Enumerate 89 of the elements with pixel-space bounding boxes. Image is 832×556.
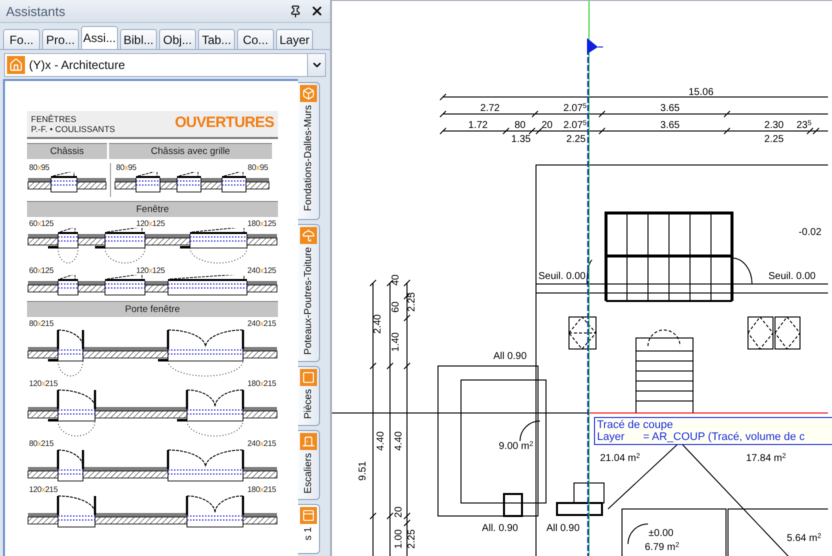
size-label: 120x215	[29, 379, 58, 388]
panel-tab[interactable]: Bibl...	[120, 29, 157, 49]
side-tab[interactable]: s 1	[298, 504, 320, 554]
size-label: 240x215	[247, 319, 276, 328]
dimension-label: 2.07$^{5}$	[563, 103, 587, 114]
panel-tab[interactable]: Obj...	[159, 29, 196, 49]
dimension-label: 3.65	[660, 103, 680, 114]
plan-label: Seuil. 0.00	[538, 271, 586, 282]
door-icon	[300, 433, 317, 450]
plan-label: -0.02	[798, 227, 822, 238]
size-label: 80x215	[29, 319, 54, 328]
side-tab[interactable]: Fondations-Dalles-Murs	[298, 82, 320, 220]
size-label: 80x95	[248, 163, 268, 172]
panel-tab[interactable]: Assi...	[81, 26, 118, 49]
dimension-label: 2.40	[372, 314, 384, 334]
close-icon[interactable]	[310, 4, 324, 18]
size-label: 60x125	[29, 219, 54, 228]
dimension-label: 1.40	[390, 332, 402, 352]
size-label: 80x95	[116, 163, 136, 172]
size-label: 120x125	[136, 266, 165, 275]
drawing-canvas[interactable]	[330, 0, 832, 556]
dimension-label: 2.25	[406, 292, 418, 312]
plan-label: ±0.00	[648, 528, 674, 539]
caret-icon[interactable]	[307, 54, 325, 76]
side-tab[interactable]: Escaliers	[298, 430, 320, 500]
size-label: 180x215	[247, 379, 276, 388]
plan-label: 9.00 m$^{2}$	[498, 441, 534, 452]
dimension-label: 2.25	[764, 134, 784, 145]
panel-tab[interactable]: Fo...	[3, 29, 40, 49]
tooltip-title: Tracé de coupe	[597, 419, 674, 431]
size-label: 240x215	[247, 439, 276, 448]
dimension-label: 15.06	[688, 87, 714, 98]
dimension-label: 60	[390, 301, 402, 313]
box-icon	[300, 85, 317, 102]
dimension-label: 80	[514, 120, 526, 131]
dimension-label: 4.40	[394, 431, 404, 451]
plan-label: 17.84 m$^{2}$	[746, 453, 786, 464]
plan-label: All. 0.90	[482, 523, 518, 534]
plan-label: Seuil. 0.00	[768, 271, 816, 282]
dimension-label: 2.25	[566, 134, 586, 145]
panel-tab[interactable]: Co...	[237, 29, 274, 49]
dimension-label: 2.72	[480, 103, 500, 114]
size-label: 240x125	[247, 266, 276, 275]
dimension-label: 1.00	[394, 529, 404, 549]
plan-label: All 0.90	[493, 351, 527, 362]
section-heading: Châssis avec grille	[109, 143, 272, 159]
dimension-label: 20	[541, 120, 553, 131]
panel-tab[interactable]: Tab...	[198, 29, 235, 49]
size-label: 180x215	[247, 485, 276, 494]
palette-subtitle: FENÊTRES	[31, 114, 78, 124]
pin-icon[interactable]	[289, 4, 302, 18]
size-label: 180x125	[247, 219, 276, 228]
size-label: 120x215	[29, 485, 58, 494]
dimension-label: 1.35	[511, 134, 531, 145]
panel-title: Assistants	[6, 4, 66, 18]
palette-title: OUVERTURES	[174, 114, 274, 131]
plan-label: All 0.90	[546, 523, 580, 534]
panel-tab[interactable]: Layer	[276, 29, 313, 49]
dimension-label: 9.51	[358, 461, 368, 481]
dimension-label: 3.65	[660, 120, 680, 131]
size-label: 80x95	[29, 163, 50, 172]
panel-tab[interactable]: Pro...	[42, 29, 79, 49]
dimension-label: 1.72	[468, 120, 488, 131]
dimension-label: 2.25	[406, 529, 418, 549]
plan-label: 6.79 m$^{2}$	[644, 542, 680, 553]
size-label: 120x125	[136, 219, 165, 228]
section-heading: Châssis	[27, 143, 107, 159]
section-heading: Fenêtre	[27, 201, 278, 217]
plan-label: 21.04 m$^{2}$	[600, 453, 640, 464]
tooltip-label: Layer	[597, 431, 626, 443]
dimension-label: 2.30	[764, 120, 784, 131]
umbrella-icon	[300, 227, 317, 244]
category-dropdown[interactable]: (Y)x - Architecture	[4, 53, 326, 77]
size-label: 60x125	[29, 266, 54, 275]
house-icon	[7, 56, 25, 74]
dimension-label: 23$^{5}$	[796, 120, 812, 131]
dimension-label: 2.07$^{5}$	[563, 120, 587, 131]
panel-icon	[300, 507, 317, 524]
tooltip-value: = AR_COUP (Tracé, volume de c	[643, 431, 805, 443]
square-icon	[300, 369, 317, 386]
section-heading: Porte fenêtre	[27, 301, 278, 317]
side-tab[interactable]: Poteaux-Poutres-Toiture	[298, 224, 320, 362]
size-label: 80x215	[29, 439, 54, 448]
plan-label: 5.64 m$^{2}$	[786, 533, 822, 544]
dimension-label: 40	[390, 274, 402, 286]
side-tab[interactable]: Pièces	[298, 366, 320, 426]
palette-subtitle: P.-F. • COULISSANTS	[31, 124, 116, 134]
dimension-label: 20	[394, 506, 404, 518]
dimension-label: 4.40	[376, 431, 386, 451]
